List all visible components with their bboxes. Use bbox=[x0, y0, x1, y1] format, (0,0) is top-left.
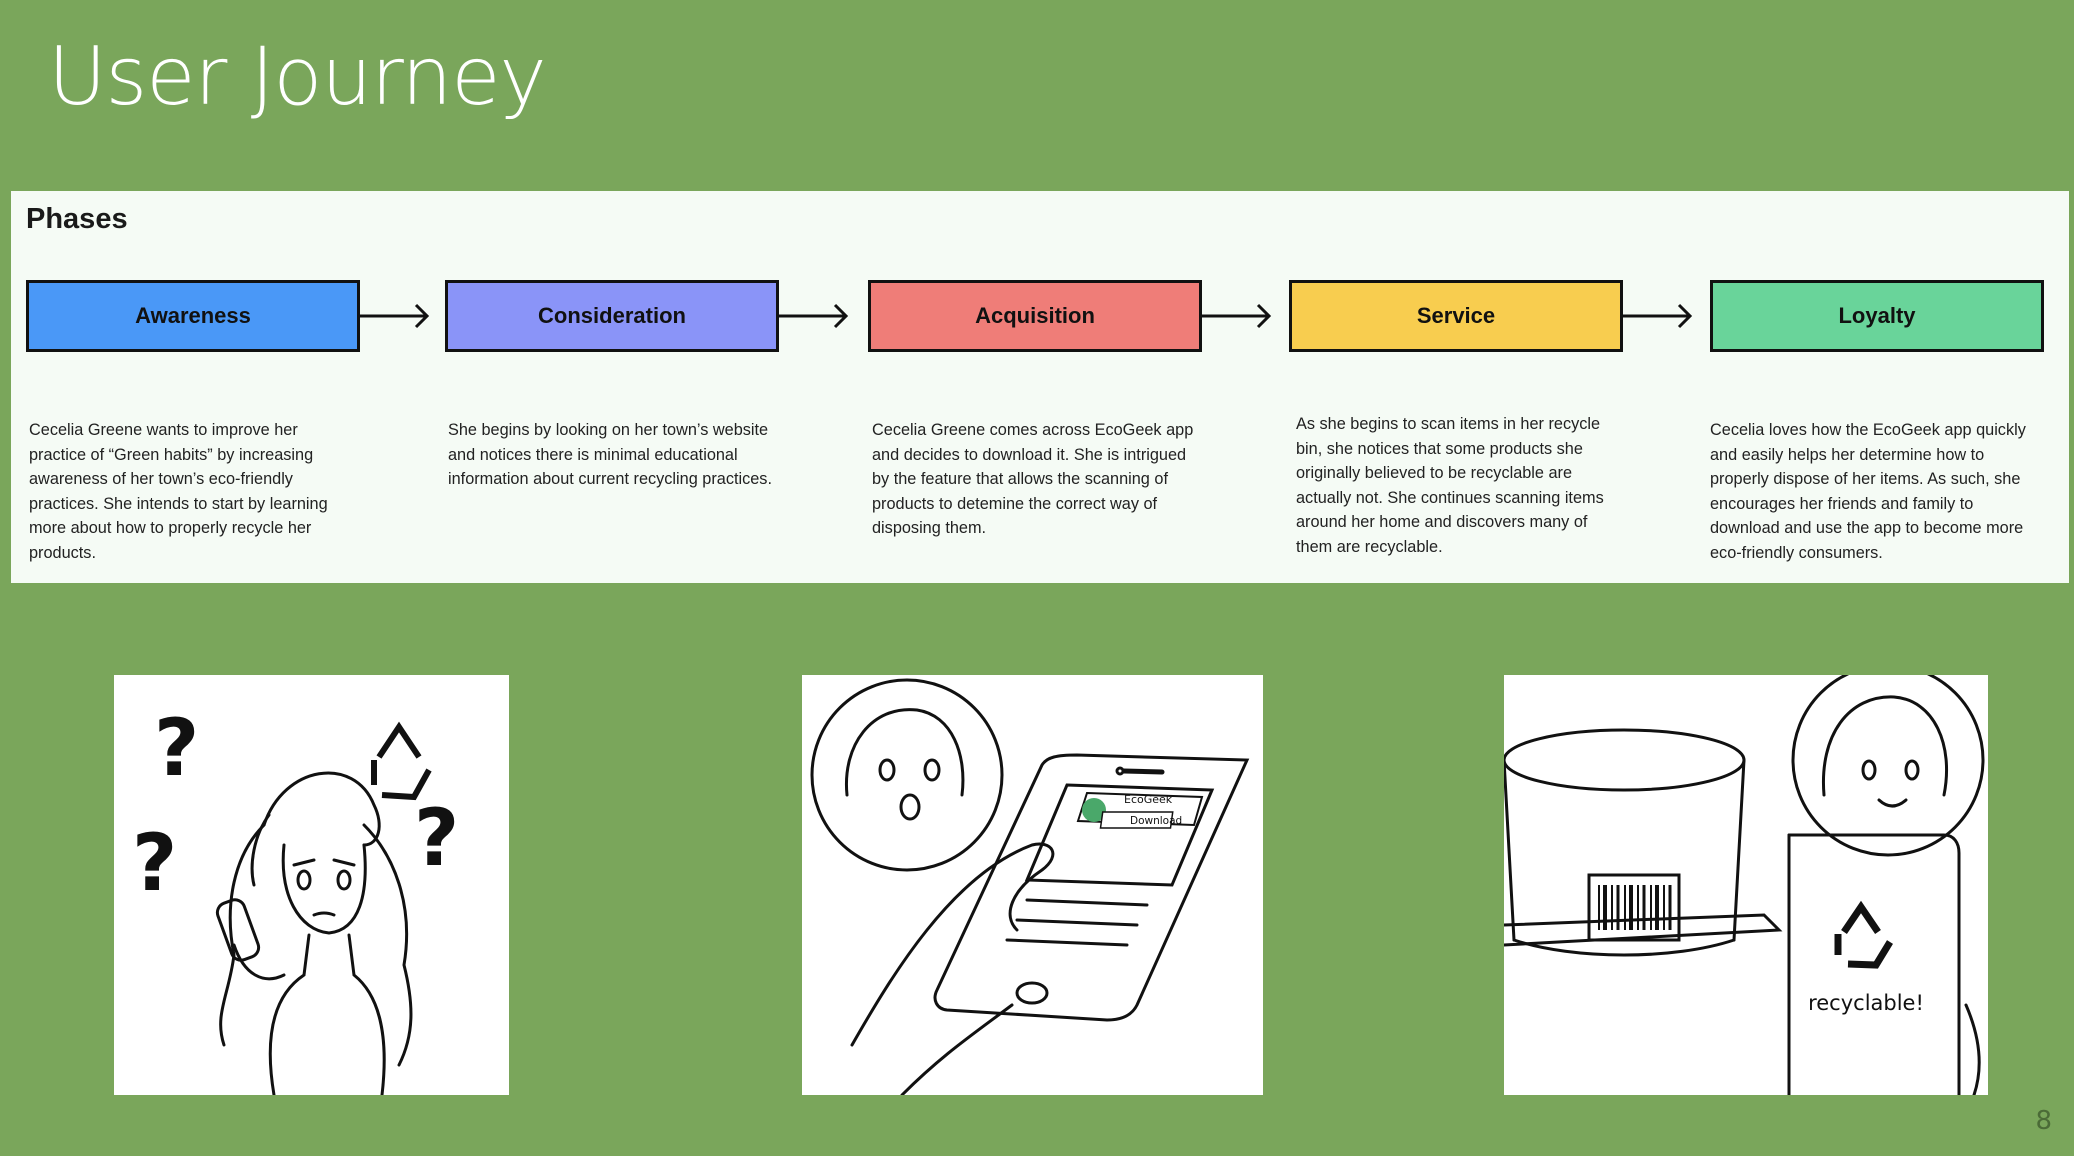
app-tile: EcoGeek Download bbox=[1076, 791, 1204, 829]
page-number: 8 bbox=[2035, 1106, 2052, 1136]
phase-description-loyalty: Cecelia loves how the EcoGeek app quickl… bbox=[1710, 421, 2026, 562]
phase-label: Awareness bbox=[135, 303, 251, 328]
phases-panel: Phases Awareness Consideration Acquisiti… bbox=[11, 191, 2069, 583]
question-mark: ? bbox=[414, 794, 459, 884]
phase-service: Service bbox=[1289, 280, 1623, 352]
app-name: EcoGeek bbox=[1124, 793, 1173, 806]
illustration-scan-result: recyclable! bbox=[1504, 675, 1988, 1095]
phase-label: Acquisition bbox=[975, 303, 1095, 328]
arrow-right-icon bbox=[1623, 303, 1693, 329]
phase-awareness: Awareness bbox=[26, 280, 360, 352]
phase-label: Service bbox=[1416, 303, 1496, 328]
phase-loyalty: Loyalty bbox=[1710, 280, 2044, 352]
phase-description-service: As she begins to scan items in her recyc… bbox=[1296, 415, 1604, 556]
arrow-right-icon bbox=[1202, 303, 1272, 329]
recycle-icon bbox=[1834, 900, 1893, 969]
barcode-icon bbox=[1598, 885, 1672, 930]
phase-label: Consideration bbox=[538, 303, 686, 328]
illustration-confused-woman: ? ? ? bbox=[114, 675, 509, 1095]
arrow-right-icon bbox=[360, 303, 430, 329]
download-label: Download bbox=[1130, 815, 1182, 827]
question-mark: ? bbox=[154, 704, 199, 794]
phases-heading: Phases bbox=[26, 203, 128, 235]
slide-title: User Journey bbox=[48, 30, 547, 123]
arrow-right-icon bbox=[779, 303, 849, 329]
phase-description-awareness: Cecelia Greene wants to improve her prac… bbox=[29, 421, 328, 562]
question-mark: ? bbox=[132, 819, 177, 909]
phase-consideration: Consideration bbox=[445, 280, 779, 352]
phase-description-acquisition: Cecelia Greene comes across EcoGeek app … bbox=[872, 421, 1194, 537]
phase-acquisition: Acquisition bbox=[868, 280, 1202, 352]
recycle-icon bbox=[371, 721, 432, 801]
illustration-app-download: EcoGeek Download bbox=[802, 675, 1263, 1095]
phase-label: Loyalty bbox=[1838, 303, 1916, 328]
phase-description-consideration: She begins by looking on her town’s webs… bbox=[448, 421, 772, 488]
scan-result-text: recyclable! bbox=[1808, 991, 1924, 1015]
